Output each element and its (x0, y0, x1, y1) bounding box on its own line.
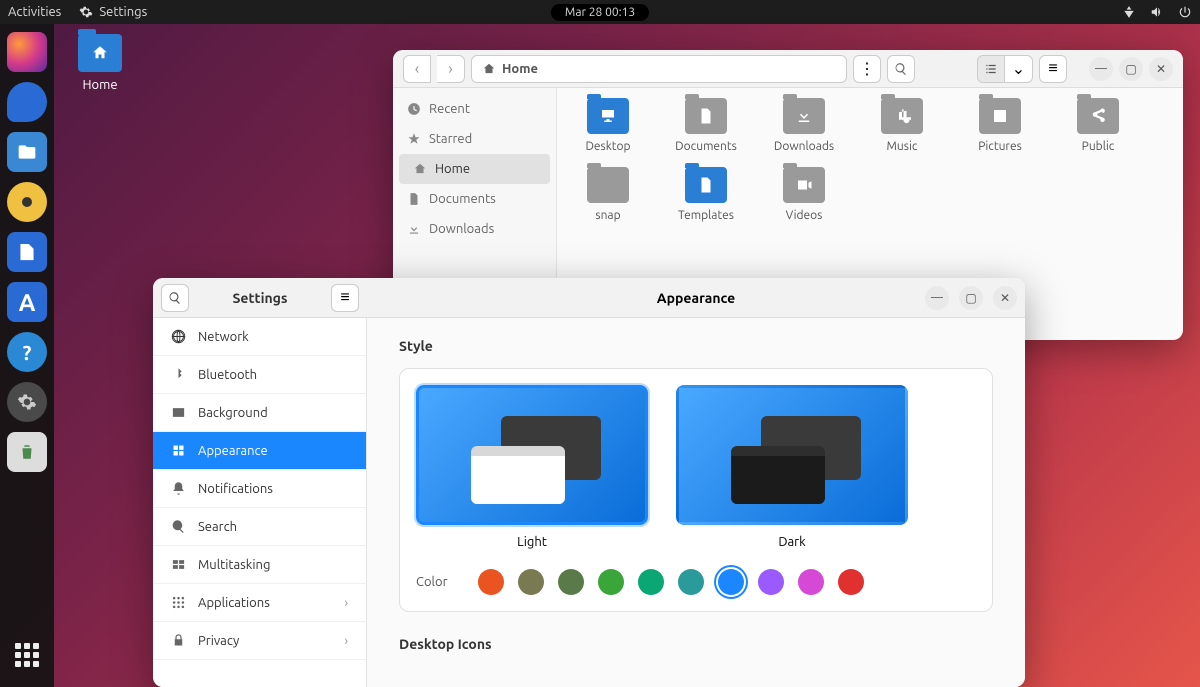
path-bar[interactable]: Home (471, 55, 847, 83)
dock-libreoffice[interactable] (7, 232, 47, 272)
color-swatch[interactable] (838, 569, 864, 595)
dock-trash[interactable] (7, 432, 47, 472)
forward-button[interactable]: › (437, 55, 465, 83)
files-toolbar: ‹ › Home ⋮ ⌄ ≡ — ▢ ✕ (393, 50, 1183, 88)
style-light-option[interactable]: Light (416, 385, 648, 549)
settings-nav-appearance[interactable]: Appearance (153, 432, 366, 470)
view-dropdown-button[interactable]: ⌄ (1005, 55, 1033, 83)
files-maximize-button[interactable]: ▢ (1119, 57, 1143, 81)
settings-nav-applications[interactable]: Applications› (153, 584, 366, 622)
color-swatch[interactable] (478, 569, 504, 595)
settings-nav-search[interactable]: Search (153, 508, 366, 546)
dock-apps-grid[interactable] (7, 635, 47, 675)
color-swatch[interactable] (638, 569, 664, 595)
color-swatch[interactable] (678, 569, 704, 595)
folder-desktop[interactable]: Desktop (571, 98, 645, 153)
settings-maximize-button[interactable]: ▢ (959, 286, 983, 310)
folder-documents[interactable]: Documents (669, 98, 743, 153)
color-swatch[interactable] (798, 569, 824, 595)
color-swatch[interactable] (558, 569, 584, 595)
sidebar-starred[interactable]: Starred (393, 124, 556, 154)
folder-videos[interactable]: Videos (767, 167, 841, 222)
files-menu-button[interactable]: ≡ (1039, 55, 1067, 83)
folder-templates[interactable]: Templates (669, 167, 743, 222)
color-swatch[interactable] (598, 569, 624, 595)
power-icon[interactable] (1178, 5, 1192, 19)
settings-nav-multitasking[interactable]: Multitasking (153, 546, 366, 584)
settings-window: Settings ≡ Appearance — ▢ ✕ NetworkBluet… (153, 278, 1025, 687)
style-dark-option[interactable]: Dark (676, 385, 908, 549)
settings-main: Style Light Dark Color Deskto (367, 318, 1025, 687)
folder-downloads[interactable]: Downloads (767, 98, 841, 153)
dock-help[interactable]: ? (7, 332, 47, 372)
folder-pictures[interactable]: Pictures (963, 98, 1037, 153)
style-heading: Style (399, 338, 993, 354)
color-swatch[interactable] (718, 569, 744, 595)
dock-software[interactable]: A (7, 282, 47, 322)
top-bar: Activities Settings Mar 28 00:13 (0, 0, 1200, 24)
settings-title: Settings (232, 290, 287, 306)
color-label: Color (416, 575, 466, 589)
desktop-home-folder[interactable]: Home (70, 34, 130, 92)
sidebar-downloads[interactable]: Downloads (393, 214, 556, 244)
style-box: Light Dark Color (399, 368, 993, 612)
color-row: Color (416, 569, 976, 595)
sidebar-documents[interactable]: Documents (393, 184, 556, 214)
dock-firefox[interactable] (7, 32, 47, 72)
settings-search-button[interactable] (161, 284, 189, 312)
home-icon (482, 62, 496, 76)
settings-nav-network[interactable]: Network (153, 318, 366, 356)
settings-nav-background[interactable]: Background (153, 394, 366, 432)
back-button[interactable]: ‹ (403, 55, 431, 83)
view-list-button[interactable] (977, 55, 1005, 83)
gear-icon (79, 5, 93, 19)
settings-pane-title: Appearance (657, 290, 735, 306)
path-menu-button[interactable]: ⋮ (853, 55, 881, 83)
dock-files[interactable] (7, 132, 47, 172)
settings-nav-bluetooth[interactable]: Bluetooth (153, 356, 366, 394)
topbar-app-menu[interactable]: Settings (79, 5, 147, 19)
settings-close-button[interactable]: ✕ (993, 286, 1017, 310)
sidebar-recent[interactable]: Recent (393, 94, 556, 124)
folder-snap[interactable]: snap (571, 167, 645, 222)
settings-minimize-button[interactable]: — (925, 286, 949, 310)
files-search-button[interactable] (887, 55, 915, 83)
files-minimize-button[interactable]: — (1089, 57, 1113, 81)
settings-nav-notifications[interactable]: Notifications (153, 470, 366, 508)
dock-settings[interactable] (7, 382, 47, 422)
dock-rhythmbox[interactable] (7, 182, 47, 222)
dock-thunderbird[interactable] (7, 82, 47, 122)
volume-icon[interactable] (1150, 5, 1164, 19)
folder-public[interactable]: Public (1061, 98, 1135, 153)
settings-nav-privacy[interactable]: Privacy› (153, 622, 366, 660)
dock: A ? (0, 24, 54, 687)
settings-sidebar: NetworkBluetoothBackgroundAppearanceNoti… (153, 318, 367, 687)
network-icon[interactable] (1122, 5, 1136, 19)
settings-hamburger-button[interactable]: ≡ (331, 284, 359, 312)
desktop-icons-heading: Desktop Icons (399, 636, 993, 652)
color-swatch[interactable] (758, 569, 784, 595)
color-swatch[interactable] (518, 569, 544, 595)
folder-music[interactable]: Music (865, 98, 939, 153)
files-close-button[interactable]: ✕ (1149, 57, 1173, 81)
activities-button[interactable]: Activities (8, 5, 61, 19)
sidebar-home[interactable]: Home (399, 154, 550, 184)
clock[interactable]: Mar 28 00:13 (551, 4, 649, 21)
